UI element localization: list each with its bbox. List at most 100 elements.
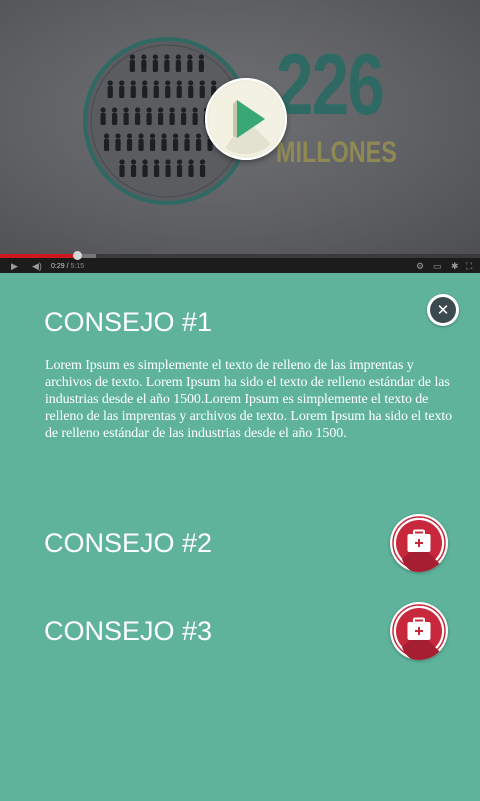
settings-icon[interactable]: ⚙ xyxy=(416,262,424,271)
play-icon[interactable]: ▶ xyxy=(11,262,18,271)
person-figure-icon xyxy=(188,86,194,98)
player-controls: ▶ ◀) 0:29 / 5:15 ⚙ ▭ ✱ ⛶ xyxy=(0,251,480,273)
person-figure-icon xyxy=(164,54,170,60)
person-figure-icon xyxy=(187,54,193,60)
person-figure-icon xyxy=(138,139,144,151)
person-figure-icon xyxy=(153,159,160,165)
person-figure-icon xyxy=(188,80,194,86)
person-figure-icon xyxy=(129,60,135,72)
person-figure-icon xyxy=(184,139,190,151)
person-figure-icon xyxy=(153,165,160,177)
person-figure-icon xyxy=(181,113,187,125)
person-figure-icon xyxy=(130,159,137,165)
person-figure-icon xyxy=(165,159,171,165)
person-figure-icon xyxy=(119,165,125,177)
person-figure-icon xyxy=(135,107,141,113)
person-figure-icon xyxy=(172,133,179,139)
person-figure-icon xyxy=(152,60,158,72)
person-figure-icon xyxy=(115,133,121,139)
person-figure-icon xyxy=(195,133,202,139)
person-figure-icon xyxy=(126,139,133,151)
person-figure-icon xyxy=(107,86,113,98)
volume-icon[interactable]: ◀) xyxy=(32,262,42,271)
captions-icon[interactable]: ▭ xyxy=(433,262,442,271)
person-figure-icon xyxy=(142,80,148,86)
gear-icon[interactable]: ✱ xyxy=(451,262,459,271)
person-figure-icon xyxy=(176,165,183,177)
person-figure-icon xyxy=(130,80,136,86)
person-figure-icon xyxy=(103,139,110,151)
tip-title[interactable]: CONSEJO #3 xyxy=(44,616,212,646)
person-figure-icon xyxy=(158,113,164,125)
progress-fill xyxy=(0,254,77,258)
progress-knob[interactable] xyxy=(72,251,82,260)
person-figure-icon xyxy=(112,107,118,113)
person-figure-icon xyxy=(103,133,110,139)
person-figure-icon xyxy=(188,165,194,177)
tip-title[interactable]: CONSEJO #1 xyxy=(44,307,212,337)
play-button[interactable] xyxy=(205,78,287,160)
person-figure-icon xyxy=(135,113,141,125)
person-figure-icon xyxy=(195,139,202,151)
person-figure-icon xyxy=(199,159,206,165)
person-figure-icon xyxy=(176,159,183,165)
person-figure-icon xyxy=(192,107,198,113)
video-frame[interactable]: 226 MILLONES xyxy=(0,0,480,254)
expand-tip-button[interactable] xyxy=(390,514,448,572)
person-figure-icon xyxy=(175,60,181,72)
fullscreen-icon[interactable]: ⛶ xyxy=(466,262,472,271)
tip-title[interactable]: CONSEJO #2 xyxy=(44,528,212,558)
person-figure-icon xyxy=(164,60,170,72)
close-icon: ✕ xyxy=(430,297,456,323)
person-figure-icon xyxy=(112,113,118,125)
person-figure-icon xyxy=(123,107,129,113)
video-player[interactable]: 226 MILLONES ▶ ◀) 0:29 / 5:15 ⚙ ▭ ✱ ⛶ xyxy=(0,0,480,273)
person-figure-icon xyxy=(100,107,106,113)
person-figure-icon xyxy=(142,159,148,165)
person-figure-icon xyxy=(100,113,106,125)
person-figure-icon xyxy=(169,107,175,113)
person-figure-icon xyxy=(146,107,152,113)
person-figure-icon xyxy=(184,133,190,139)
progress-bar[interactable] xyxy=(0,251,480,260)
person-figure-icon xyxy=(119,86,125,98)
person-figure-icon xyxy=(123,113,129,125)
person-figure-icon xyxy=(129,54,135,60)
person-figure-icon xyxy=(198,54,204,60)
person-figure-icon xyxy=(161,133,167,139)
person-figure-icon xyxy=(149,133,156,139)
person-figure-icon xyxy=(142,165,148,177)
person-figure-icon xyxy=(165,86,171,98)
person-figure-icon xyxy=(119,80,125,86)
person-figure-icon xyxy=(176,86,182,98)
person-figure-icon xyxy=(198,60,204,72)
person-figure-icon xyxy=(153,80,159,86)
person-figure-icon xyxy=(130,86,136,98)
person-figure-icon xyxy=(119,159,125,165)
expand-tip-button[interactable] xyxy=(390,602,448,660)
person-figure-icon xyxy=(149,139,156,151)
person-figure-icon xyxy=(141,60,147,72)
person-figure-icon xyxy=(192,113,198,125)
person-figure-icon xyxy=(175,54,181,60)
person-figure-icon xyxy=(165,80,171,86)
current-time: 0:29 xyxy=(51,263,65,270)
person-figure-icon xyxy=(152,54,158,60)
duration: 5:15 xyxy=(70,263,85,270)
person-figure-icon xyxy=(169,113,175,125)
tip-body: Lorem Ipsum es simplemente el texto de r… xyxy=(45,358,453,441)
play-icon xyxy=(209,82,283,156)
infographic-unit: MILLONES xyxy=(276,136,397,169)
close-button[interactable]: ✕ xyxy=(427,294,459,326)
person-figure-icon xyxy=(146,113,152,125)
person-figure-icon xyxy=(158,107,164,113)
person-figure-icon xyxy=(199,165,206,177)
person-figure-icon xyxy=(107,80,113,86)
person-figure-icon xyxy=(141,54,147,60)
person-figure-icon xyxy=(130,165,137,177)
person-figure-icon xyxy=(188,159,194,165)
person-figure-icon xyxy=(138,133,144,139)
person-figure-icon xyxy=(176,80,182,86)
person-figure-icon xyxy=(153,86,159,98)
person-figure-icon xyxy=(115,139,121,151)
